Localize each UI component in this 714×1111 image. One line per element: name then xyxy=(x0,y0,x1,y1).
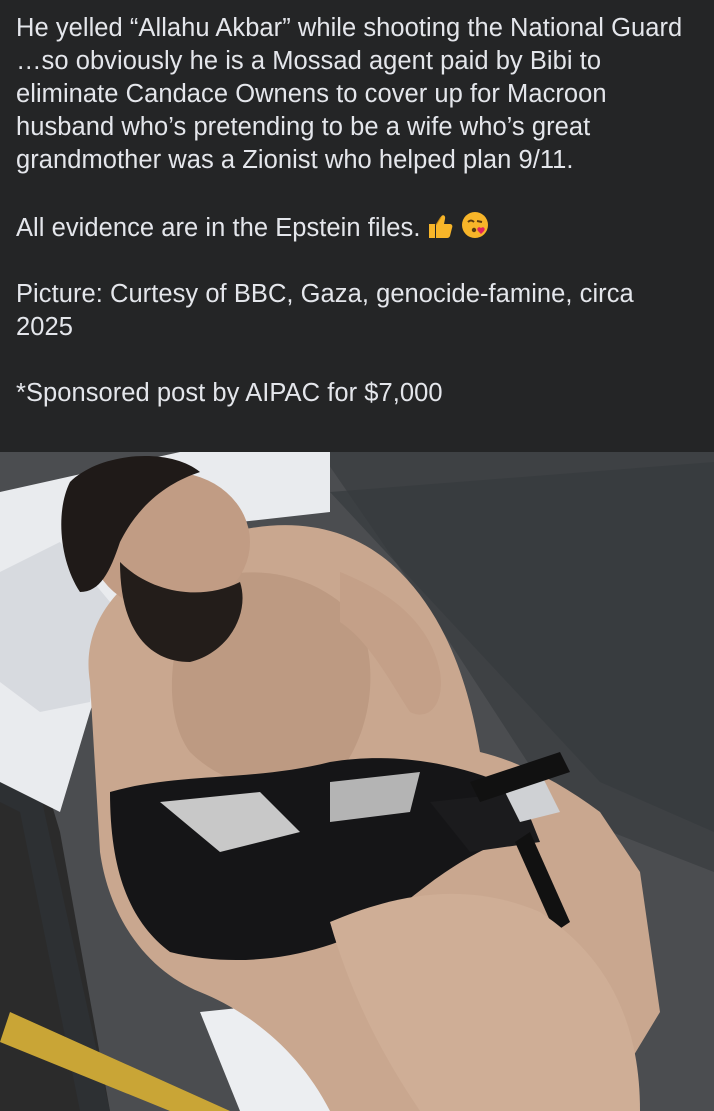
post-container: He yelled “Allahu Akbar” while shooting … xyxy=(0,0,714,1111)
photo-icon xyxy=(0,452,714,1111)
post-paragraph-1-text: He yelled “Allahu Akbar” while shooting … xyxy=(16,14,683,174)
post-paragraph-1: He yelled “Allahu Akbar” while shooting … xyxy=(16,12,696,177)
post-paragraph-4-text: *Sponsored post by AIPAC for $7,000 xyxy=(16,379,443,407)
thumbs-up-icon xyxy=(426,212,454,240)
post-paragraph-2: All evidence are in the Epstein files. xyxy=(16,210,696,245)
face-blowing-kiss-icon xyxy=(460,210,490,240)
post-text: He yelled “Allahu Akbar” while shooting … xyxy=(16,12,696,410)
post-paragraph-2-text: All evidence are in the Epstein files. xyxy=(16,214,421,242)
post-photo[interactable] xyxy=(0,452,714,1111)
post-paragraph-3-text: Picture: Curtesy of BBC, Gaza, genocide-… xyxy=(16,280,634,341)
post-paragraph-4: *Sponsored post by AIPAC for $7,000 xyxy=(16,377,696,410)
post-paragraph-3: Picture: Curtesy of BBC, Gaza, genocide-… xyxy=(16,278,696,344)
